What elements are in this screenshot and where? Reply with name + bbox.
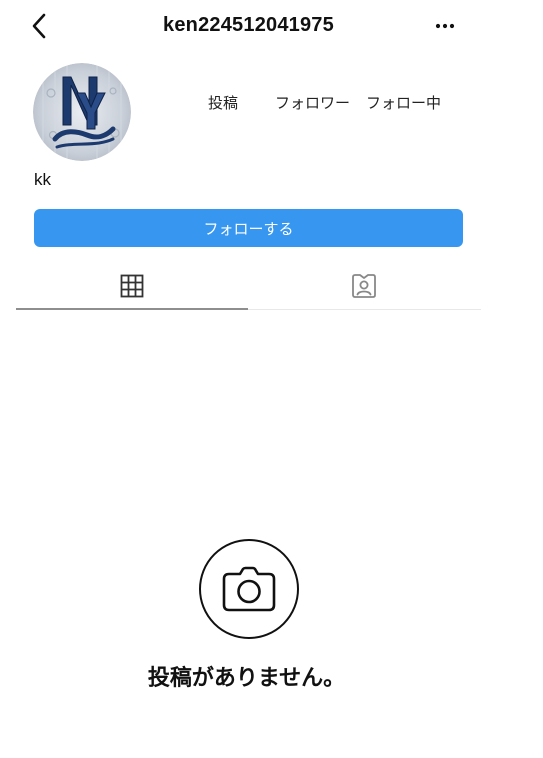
grid-icon <box>120 274 144 298</box>
following-stat-label[interactable]: フォロー中 <box>366 92 441 113</box>
tab-tagged[interactable] <box>248 262 480 310</box>
empty-state-message: 投稿がありません。 <box>147 666 346 691</box>
more-options-button[interactable] <box>428 14 462 38</box>
yankees-logo-image <box>33 63 131 161</box>
tab-grid[interactable] <box>16 262 248 310</box>
profile-username: ken224512041975 <box>163 14 334 36</box>
tagged-person-icon <box>352 274 376 298</box>
posts-stat-label[interactable]: 投稿 <box>208 92 238 113</box>
profile-display-name: kk <box>34 170 51 189</box>
profile-avatar[interactable] <box>33 63 131 161</box>
camera-icon <box>222 566 276 612</box>
follow-button[interactable]: フォローする <box>34 209 463 247</box>
empty-state-camera <box>199 539 299 639</box>
active-tab-indicator <box>16 308 248 310</box>
more-horizontal-icon <box>435 23 455 29</box>
followers-stat-label[interactable]: フォロワー <box>275 92 350 113</box>
profile-header: ken224512041975 <box>0 0 543 52</box>
